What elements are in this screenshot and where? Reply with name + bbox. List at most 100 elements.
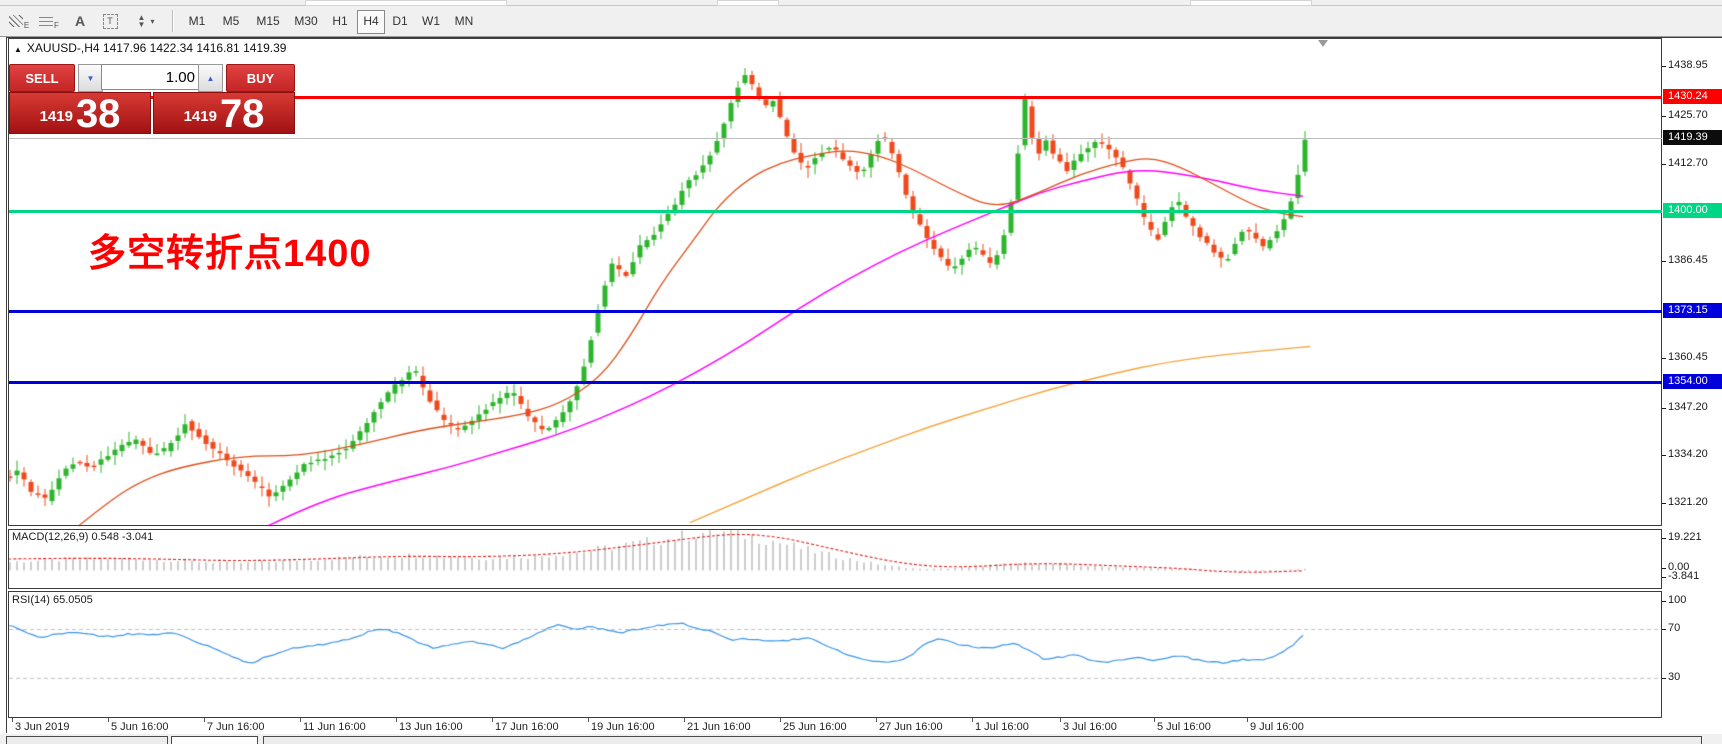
fibonacci-lines-icon — [39, 16, 53, 26]
chart-shift-marker[interactable] — [1318, 40, 1328, 47]
spin-down-icon: ▼ — [87, 74, 95, 83]
volume-decrease-button[interactable]: ▼ — [78, 64, 103, 92]
drawing-toolbar: E F A T ▲▼ ▾ M1 M5 M15M30H1H4D1W1MN — [0, 6, 1722, 37]
axis-tick — [1662, 261, 1666, 262]
axis-tick — [1662, 601, 1666, 602]
level-line-1400.00[interactable] — [9, 210, 1662, 213]
price-badge-1419.39: 1419.39 — [1663, 130, 1722, 145]
chart-symbol-title: ▲XAUUSD-,H4 1417.96 1422.34 1416.81 1419… — [14, 41, 286, 55]
axis-label: 1438.95 — [1668, 59, 1708, 71]
axis-tick — [1662, 678, 1666, 679]
timeframe-button-H4[interactable]: H4 — [357, 10, 385, 34]
axis-tick — [1662, 116, 1666, 117]
channel-lines-icon — [9, 15, 23, 27]
axis-tick — [1662, 629, 1666, 630]
bottom-cutoff-window-tabs — [0, 734, 1722, 744]
date-label: 1 Jul 16:00 — [975, 721, 1029, 733]
bottom-window-tab[interactable] — [171, 736, 258, 744]
date-label: 11 Jun 16:00 — [303, 721, 366, 733]
date-label: 13 Jun 16:00 — [399, 721, 463, 733]
date-tick — [876, 718, 877, 722]
timeframe-button-H1[interactable]: H1 — [327, 10, 353, 32]
macd-indicator-label: MACD(12,26,9) 0.548 -3.041 — [12, 531, 153, 543]
sell-button[interactable]: SELL — [9, 64, 75, 92]
timeframe-button-D1[interactable]: D1 — [387, 10, 413, 32]
axis-label: 1412.70 — [1668, 157, 1708, 169]
timeframe-button-M15[interactable]: M15 — [251, 10, 285, 32]
axis-label: 1321.20 — [1668, 496, 1708, 508]
spin-up-icon: ▲ — [207, 74, 215, 83]
date-tick — [204, 718, 205, 722]
date-tick — [780, 718, 781, 722]
timeframe-button-M1[interactable]: M1 — [183, 10, 211, 32]
bottom-window-tab[interactable] — [263, 736, 1702, 744]
volume-increase-button[interactable]: ▲ — [198, 64, 223, 92]
bottom-window-tab[interactable] — [6, 736, 168, 744]
text-box-tool-button[interactable]: T — [98, 9, 122, 33]
mt4-terminal: E F A T ▲▼ ▾ M1M5M15M30H1H4D1W1MN ▲XAUUS… — [0, 0, 1722, 744]
sell-price-display[interactable]: 1419 38 — [9, 92, 151, 134]
date-label: 3 Jun 2019 — [15, 721, 69, 733]
date-label: 21 Jun 16:00 — [687, 721, 751, 733]
price-badge-1373.15: 1373.15 — [1663, 303, 1722, 318]
axis-tick — [1662, 503, 1666, 504]
level-line-1419.39[interactable] — [9, 138, 1662, 139]
arrows-tool-button[interactable]: ▲▼ ▾ — [128, 9, 164, 33]
equidistant-channel-tool-button[interactable]: E — [6, 9, 32, 33]
toolbar-separator — [172, 10, 174, 32]
sell-price-big: 38 — [76, 97, 121, 131]
date-tick — [684, 718, 685, 722]
axis-label: 70 — [1668, 622, 1680, 634]
axis-tick — [1662, 164, 1666, 165]
buy-button[interactable]: BUY — [226, 64, 295, 92]
date-label: 5 Jun 16:00 — [111, 721, 169, 733]
level-line-1354.00[interactable] — [9, 381, 1662, 384]
price-chart-canvas[interactable] — [8, 38, 1662, 717]
price-badge-1354.00: 1354.00 — [1663, 374, 1722, 389]
date-tick — [588, 718, 589, 722]
axis-label: 1360.45 — [1668, 351, 1708, 363]
date-tick — [1247, 718, 1248, 722]
axis-label: -3.841 — [1668, 570, 1699, 582]
fibonacci-tool-button[interactable]: F — [36, 9, 62, 33]
timeframe-button-MN[interactable]: MN — [449, 10, 479, 32]
axis-label: 1425.70 — [1668, 109, 1708, 121]
axis-tick — [1662, 455, 1666, 456]
axis-label: 1334.20 — [1668, 448, 1708, 460]
date-tick — [396, 718, 397, 722]
text-tool-button[interactable]: A — [68, 9, 92, 33]
date-label: 19 Jun 16:00 — [591, 721, 655, 733]
chart-text-annotation: 多空转折点1400 — [88, 222, 372, 277]
date-label: 25 Jun 16:00 — [783, 721, 847, 733]
date-label: 7 Jun 16:00 — [207, 721, 265, 733]
volume-input[interactable] — [101, 64, 202, 90]
date-label: 3 Jul 16:00 — [1063, 721, 1117, 733]
axis-label: 30 — [1668, 671, 1680, 683]
date-tick — [1060, 718, 1061, 722]
price-badge-1400.00: 1400.00 — [1663, 203, 1722, 218]
level-line-1373.15[interactable] — [9, 310, 1662, 313]
date-tick — [492, 718, 493, 722]
one-click-trading-panel: SELL ▼ ▲ BUY 1419 38 1419 78 — [9, 62, 293, 130]
timeframe-button-M5[interactable]: M5 — [217, 10, 245, 32]
axis-label: 1347.20 — [1668, 401, 1708, 413]
timeframe-button-M30[interactable]: M30 — [289, 10, 323, 32]
tool-glyph: E — [24, 21, 29, 30]
collapse-triangle-icon[interactable]: ▲ — [14, 45, 22, 54]
axis-label: 100 — [1668, 594, 1686, 606]
chevron-down-icon: ▾ — [150, 18, 154, 25]
date-tick — [12, 718, 13, 722]
date-label: 5 Jul 16:00 — [1157, 721, 1211, 733]
date-tick — [300, 718, 301, 722]
sell-price-small: 1419 — [40, 108, 73, 125]
axis-tick — [1662, 358, 1666, 359]
timeframe-button-W1[interactable]: W1 — [417, 10, 445, 32]
chart-window-border — [6, 37, 7, 733]
arrows-icon: ▲▼ — [138, 14, 146, 28]
buy-button-label: BUY — [247, 71, 274, 86]
date-axis: 3 Jun 2019 5 Jun 16:00 7 Jun 16:00 11 Jun 1… — [7, 718, 1722, 734]
date-tick — [1154, 718, 1155, 722]
rsi-indicator-label: RSI(14) 65.0505 — [12, 594, 93, 606]
date-tick — [108, 718, 109, 722]
buy-price-display[interactable]: 1419 78 — [153, 92, 295, 134]
